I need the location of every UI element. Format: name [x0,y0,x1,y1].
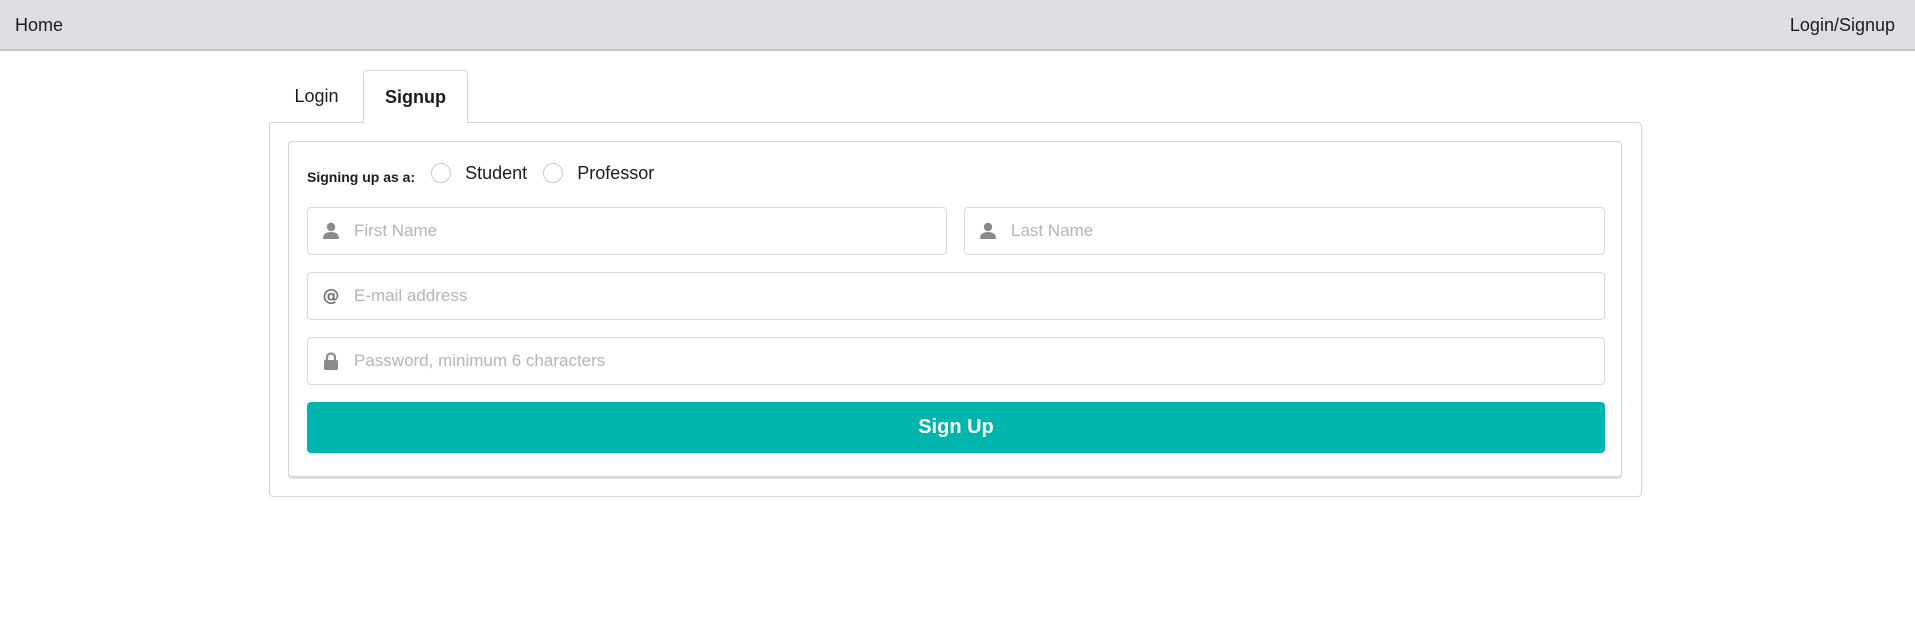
tab-login[interactable]: Login [270,70,363,123]
student-radio-label: Student [465,162,528,183]
role-label: Signing up as a: [307,169,416,185]
role-option-student[interactable]: Student [431,163,527,184]
password-field [307,337,1605,385]
professor-radio[interactable] [543,163,564,183]
signup-form: Signing up as a: Student Professor @ [288,141,1622,477]
at-icon: @ [322,286,340,306]
nav-login-signup-link[interactable]: Login/Signup [1790,15,1895,36]
password-input[interactable] [354,338,1604,384]
signup-tab-panel: Signing up as a: Student Professor @ [269,122,1642,497]
tab-signup[interactable]: Signup [363,70,468,124]
role-option-professor[interactable]: Professor [543,163,654,184]
user-icon [965,208,1011,254]
nav-home-link[interactable]: Home [15,15,63,36]
email-input[interactable] [354,273,1604,319]
lock-icon [308,338,354,384]
sign-up-button[interactable]: Sign Up [307,402,1605,453]
student-radio[interactable] [431,163,452,183]
first-name-field [307,207,947,255]
last-name-field [964,207,1605,255]
email-field: @ [307,272,1605,320]
user-icon [308,208,354,254]
role-selector: Signing up as a: Student Professor [307,160,654,186]
first-name-input[interactable] [354,208,946,254]
last-name-input[interactable] [1011,208,1604,254]
professor-radio-label: Professor [577,162,655,183]
top-nav-bar: Home Login/Signup [0,0,1915,51]
